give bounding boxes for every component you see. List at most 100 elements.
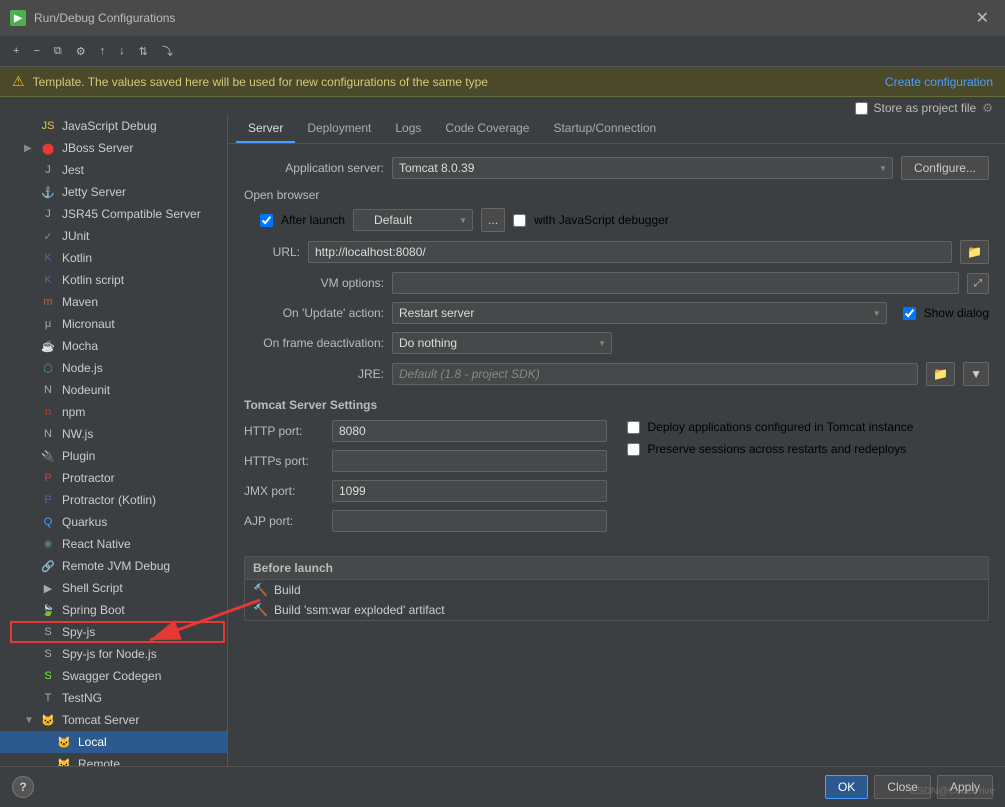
move-up-button[interactable]: ↑ xyxy=(95,42,111,60)
move-down-button[interactable]: ↓ xyxy=(114,42,130,60)
deploy-apps-checkbox[interactable] xyxy=(627,421,640,434)
jboss-icon: ⬤ xyxy=(40,140,56,156)
sort-button[interactable]: ⇅ xyxy=(134,42,153,61)
tab-code-coverage[interactable]: Code Coverage xyxy=(433,115,541,143)
tab-startup-connection[interactable]: Startup/Connection xyxy=(541,115,668,143)
remove-config-button[interactable]: − xyxy=(28,42,44,60)
vm-expand-button[interactable]: ⤢ xyxy=(967,273,989,294)
vm-options-row: VM options: ⤢ xyxy=(244,272,989,294)
https-port-input[interactable] xyxy=(332,450,607,472)
show-dialog-checkbox[interactable] xyxy=(903,307,916,320)
sidebar-item-react-native[interactable]: ⚛ React Native xyxy=(0,533,227,555)
ok-button[interactable]: OK xyxy=(825,775,868,799)
jre-dropdown-button[interactable]: ▼ xyxy=(963,362,989,386)
settings-button[interactable]: ⚙ xyxy=(71,42,91,61)
junit-icon: ✓ xyxy=(40,228,56,244)
on-update-select[interactable]: Restart server xyxy=(392,302,887,324)
sidebar-item-local[interactable]: 🐱 Local xyxy=(0,731,227,753)
sidebar-item-npm[interactable]: n npm xyxy=(0,401,227,423)
help-button[interactable]: ? xyxy=(12,776,34,798)
before-launch-build-artifact[interactable]: 🔨 Build 'ssm:war exploded' artifact xyxy=(245,600,988,620)
configurations-toolbar: + − ⧉ ⚙ ↑ ↓ ⇅ ⤵ xyxy=(0,36,1005,67)
url-input[interactable] xyxy=(308,241,952,263)
after-launch-checkbox[interactable] xyxy=(260,214,273,227)
create-configuration-link[interactable]: Create configuration xyxy=(885,75,993,89)
app-server-label: Application server: xyxy=(244,161,384,175)
sidebar-item-nodeunit[interactable]: N Nodeunit xyxy=(0,379,227,401)
show-dialog-label: Show dialog xyxy=(924,306,989,320)
warning-bar: ⚠ Template. The values saved here will b… xyxy=(0,67,1005,97)
sidebar-item-spy-js[interactable]: S Spy-js xyxy=(0,621,227,643)
store-as-project-checkbox[interactable] xyxy=(855,102,868,115)
jre-folder-button[interactable]: 📁 xyxy=(926,362,955,386)
nodeunit-icon: N xyxy=(40,382,56,398)
sidebar-item-remote[interactable]: 🐱 Remote xyxy=(0,753,227,766)
js-debugger-checkbox[interactable] xyxy=(513,214,526,227)
react-native-icon: ⚛ xyxy=(40,536,56,552)
port-settings-right: Deploy applications configured in Tomcat… xyxy=(627,420,990,540)
store-as-project-label: Store as project file xyxy=(874,101,977,115)
before-launch-build[interactable]: 🔨 Build xyxy=(245,580,988,600)
sidebar-item-spring-boot[interactable]: 🍃 Spring Boot xyxy=(0,599,227,621)
jre-input[interactable] xyxy=(392,363,918,385)
sidebar-item-nwjs[interactable]: N NW.js xyxy=(0,423,227,445)
sidebar-label: Mocha xyxy=(62,339,98,353)
sidebar-item-mocha[interactable]: ☕ Mocha xyxy=(0,335,227,357)
http-port-label: HTTP port: xyxy=(244,424,324,438)
sidebar-label: Plugin xyxy=(62,449,95,463)
sidebar-item-tomcat-server[interactable]: ▼ 🐱 Tomcat Server xyxy=(0,709,227,731)
on-update-row: On 'Update' action: Restart server Show … xyxy=(244,302,989,324)
sidebar-item-plugin[interactable]: 🔌 Plugin xyxy=(0,445,227,467)
sidebar-label: Spy-js for Node.js xyxy=(62,647,157,661)
sidebar-item-jboss-server[interactable]: ▶ ⬤ JBoss Server xyxy=(0,137,227,159)
remote-jvm-icon: 🔗 xyxy=(40,558,56,574)
url-folder-button[interactable]: 📁 xyxy=(960,240,989,264)
sidebar-label: Spring Boot xyxy=(62,603,125,617)
sidebar-label: Maven xyxy=(62,295,98,309)
tab-logs[interactable]: Logs xyxy=(383,115,433,143)
sidebar-item-nodejs[interactable]: ⬡ Node.js xyxy=(0,357,227,379)
browser-select[interactable]: Default xyxy=(353,209,473,231)
sidebar-item-testng[interactable]: T TestNG xyxy=(0,687,227,709)
sidebar-item-maven[interactable]: m Maven xyxy=(0,291,227,313)
jmx-port-input[interactable] xyxy=(332,480,607,502)
browser-more-button[interactable]: ... xyxy=(481,208,505,232)
copy-config-button[interactable]: ⧉ xyxy=(49,42,67,61)
nwjs-icon: N xyxy=(40,426,56,442)
sidebar-label: Swagger Codegen xyxy=(62,669,161,683)
app-server-select[interactable]: Tomcat 8.0.39 xyxy=(392,157,893,179)
sidebar-item-swagger-codegen[interactable]: S Swagger Codegen xyxy=(0,665,227,687)
vm-options-input[interactable] xyxy=(392,272,959,294)
tab-server[interactable]: Server xyxy=(236,115,295,143)
sidebar-label: Jest xyxy=(62,163,84,177)
sidebar-item-protractor-kotlin[interactable]: P Protractor (Kotlin) xyxy=(0,489,227,511)
sidebar-item-junit[interactable]: ✓ JUnit xyxy=(0,225,227,247)
sidebar-item-protractor[interactable]: P Protractor xyxy=(0,467,227,489)
sidebar-label: Protractor xyxy=(62,471,115,485)
ajp-port-input[interactable] xyxy=(332,510,607,532)
configure-button[interactable]: Configure... xyxy=(901,156,989,180)
sidebar-item-jest[interactable]: J Jest xyxy=(0,159,227,181)
sidebar-item-micronaut[interactable]: μ Micronaut xyxy=(0,313,227,335)
move-button[interactable]: ⤵ xyxy=(157,40,178,62)
sidebar-item-jetty-server[interactable]: ⚓ Jetty Server xyxy=(0,181,227,203)
deploy-apps-row: Deploy applications configured in Tomcat… xyxy=(627,420,990,434)
ajp-port-label: AJP port: xyxy=(244,514,324,528)
sidebar-item-javascript-debug[interactable]: JS JavaScript Debug xyxy=(0,115,227,137)
sidebar-item-quarkus[interactable]: Q Quarkus xyxy=(0,511,227,533)
sidebar-item-jsr45[interactable]: J JSR45 Compatible Server xyxy=(0,203,227,225)
close-window-button[interactable]: ✕ xyxy=(970,6,995,30)
tab-deployment[interactable]: Deployment xyxy=(295,115,383,143)
sidebar-label: Shell Script xyxy=(62,581,123,595)
sidebar-item-remote-jvm-debug[interactable]: 🔗 Remote JVM Debug xyxy=(0,555,227,577)
preserve-sessions-checkbox[interactable] xyxy=(627,443,640,456)
sidebar-item-spy-js-node[interactable]: S Spy-js for Node.js xyxy=(0,643,227,665)
on-frame-deact-select[interactable]: Do nothing xyxy=(392,332,612,354)
sidebar-item-shell-script[interactable]: ▶ Shell Script xyxy=(0,577,227,599)
sidebar-item-kotlin[interactable]: K Kotlin xyxy=(0,247,227,269)
spy-js-node-icon: S xyxy=(40,646,56,662)
add-config-button[interactable]: + xyxy=(8,42,24,60)
nodejs-icon: ⬡ xyxy=(40,360,56,376)
http-port-input[interactable] xyxy=(332,420,607,442)
sidebar-item-kotlin-script[interactable]: K Kotlin script xyxy=(0,269,227,291)
